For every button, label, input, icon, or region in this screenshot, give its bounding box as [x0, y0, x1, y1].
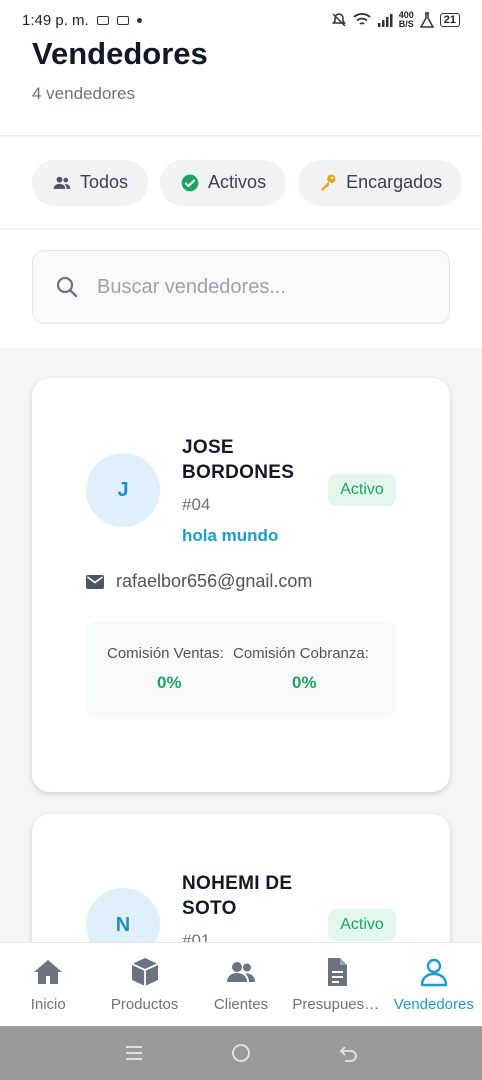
check-circle-icon: [181, 174, 199, 191]
box-icon: [131, 958, 158, 986]
net-speed: 400 B/S: [399, 11, 414, 29]
back-icon[interactable]: [337, 1042, 359, 1064]
commission-collection-value: 0%: [292, 673, 317, 692]
avatar: N: [86, 888, 160, 942]
commission-collection-label: Comisión Cobranza:: [233, 645, 369, 662]
search-input[interactable]: [97, 275, 417, 299]
nav-item-productos[interactable]: Productos: [96, 943, 192, 1026]
nav-item-inicio[interactable]: Inicio: [0, 943, 96, 1026]
page-title: Vendedores: [32, 36, 208, 71]
search-section: [0, 230, 482, 348]
nav-item-vendedores[interactable]: Vendedores: [386, 943, 482, 1026]
filter-chip-encargados[interactable]: Encargados: [298, 159, 463, 206]
search-box[interactable]: [32, 250, 450, 324]
email-row: rafaelbor656@gnail.com: [86, 571, 312, 592]
notification-icon: [116, 15, 129, 25]
commission-box: Comisión Ventas: Comisión Cobranza: 0% 0…: [86, 621, 396, 717]
status-time: 1:49 p. m.: [22, 11, 89, 29]
user-icon: [420, 958, 448, 987]
avatar: J: [86, 453, 160, 527]
key-icon: [321, 174, 336, 190]
flask-icon: [419, 12, 434, 28]
status-bar: 1:49 p. m. 400 B/S 21: [0, 0, 482, 40]
nav-label: Clientes: [213, 996, 269, 1013]
vendor-code: #01: [182, 931, 211, 942]
mute-icon: [331, 13, 346, 27]
vendor-note: hola mundo: [182, 526, 279, 545]
vendor-list: J JOSE BORDONES #04 hola mundo Activo ra…: [0, 348, 482, 942]
mail-icon: [86, 574, 104, 589]
vendor-email: rafaelbor656@gnail.com: [116, 571, 313, 591]
vendor-code: #04: [182, 495, 211, 514]
commission-sales-value: 0%: [157, 673, 182, 692]
menu-icon[interactable]: [123, 1042, 145, 1064]
vendor-card[interactable]: N NOHEMI DE SOTO #01 Activo: [32, 814, 450, 942]
signal-icon: [377, 14, 393, 27]
document-icon: [328, 958, 348, 986]
notification-icon: [96, 15, 109, 25]
home-icon: [34, 960, 63, 984]
status-badge: Activo: [328, 909, 396, 941]
nav-label: Presupuestos: [292, 996, 383, 1013]
wifi-icon: [353, 13, 371, 25]
notification-dot-icon: [136, 17, 142, 23]
vendor-name: NOHEMI DE SOTO: [182, 873, 293, 919]
vendor-card[interactable]: J JOSE BORDONES #04 hola mundo Activo ra…: [32, 378, 450, 792]
page-header: Vendedores 4 vendedores: [0, 36, 482, 136]
home-circle-icon[interactable]: [230, 1042, 252, 1064]
vendor-name: JOSE BORDONES: [182, 437, 295, 483]
nav-item-presupuestos[interactable]: Presupuestos: [289, 943, 385, 1026]
commission-sales-label: Comisión Ventas:: [107, 645, 224, 662]
users-icon: [53, 176, 71, 189]
net-speed-unit: B/S: [398, 19, 414, 29]
filter-chip-label: Todos: [80, 172, 129, 192]
filter-chip-todos[interactable]: Todos: [32, 159, 149, 206]
status-badge: Activo: [328, 474, 396, 506]
filter-chip-label: Activos: [208, 172, 267, 192]
bottom-nav: Inicio Productos Clientes Presupuestos V…: [0, 942, 482, 1026]
filter-bar: Todos Activos Encargados: [0, 137, 482, 229]
vendor-count: 4 vendedores: [32, 84, 136, 103]
system-nav-bar: [0, 1026, 482, 1080]
search-icon: [56, 276, 78, 298]
nav-label: Productos: [110, 996, 179, 1013]
nav-label: Inicio: [30, 996, 66, 1013]
nav-item-clientes[interactable]: Clientes: [193, 943, 289, 1026]
filter-chip-activos[interactable]: Activos: [160, 159, 287, 206]
battery-level: 21: [439, 13, 460, 27]
users-icon: [227, 962, 256, 982]
nav-label: Vendedores: [393, 996, 474, 1013]
filter-chip-label: Encargados: [346, 172, 443, 192]
